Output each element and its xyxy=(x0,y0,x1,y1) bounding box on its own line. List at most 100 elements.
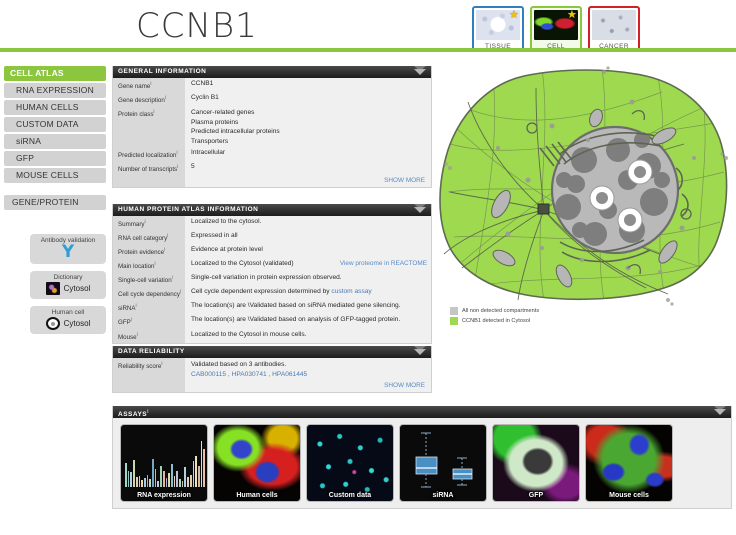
bar xyxy=(165,477,168,487)
human-cell-card[interactable]: Human cell Cytosol xyxy=(30,306,106,334)
bar xyxy=(203,448,206,487)
assay-label: GFP xyxy=(528,492,544,499)
show-more-link[interactable]: SHOW MORE xyxy=(185,175,431,188)
sidebar-item-cell-atlas[interactable]: CELL ATLAS xyxy=(4,66,106,81)
bar xyxy=(179,478,181,487)
table-row: Single-cell variationi Single-cell varia… xyxy=(113,272,431,287)
general-show-more-row: SHOW MORE xyxy=(113,175,431,188)
assays-header[interactable]: ASSAYSi xyxy=(113,406,731,418)
row-value: 5 xyxy=(185,161,431,176)
assay-card-gfp[interactable]: GFP xyxy=(492,424,580,502)
row-label: Number of transcriptsi xyxy=(113,161,185,176)
show-more-link[interactable]: SHOW MORE xyxy=(185,380,431,392)
data-reliability-rows: Reliability scorei Validated based on 3 … xyxy=(113,358,431,392)
table-row: Gene namei CCNB1 xyxy=(113,78,431,93)
row-label: Gene namei xyxy=(113,78,185,93)
legend-swatch-detected xyxy=(450,317,458,325)
bar xyxy=(187,476,189,487)
cell-diagram xyxy=(432,62,734,307)
table-row: Protein classi Cancer-related genes Plas… xyxy=(113,106,431,148)
tab-cell[interactable]: ★ CELL xyxy=(530,6,582,51)
sidebar-item-gene-protein[interactable]: GENE/PROTEIN xyxy=(4,195,106,210)
assay-label: Custom data xyxy=(328,492,372,499)
row-value: Evidence at protein level xyxy=(185,244,431,259)
cell-diagram-legend: All non detected compartments CCNB1 dete… xyxy=(450,307,539,327)
table-row: Mousei Localized to the Cytosol in mouse… xyxy=(113,328,431,343)
bar xyxy=(127,471,130,487)
table-row: Predicted localizationi Intracellular xyxy=(113,147,431,162)
antibody-link[interactable]: HPA061445 xyxy=(272,371,307,378)
bar xyxy=(135,476,138,487)
dictionary-title: Dictionary xyxy=(53,274,83,281)
hpa-information-title: HUMAN PROTEIN ATLAS INFORMATION xyxy=(118,206,259,213)
table-row: siRNAi The location(s) are \Validated ba… xyxy=(113,300,431,315)
antibody-validation-card[interactable]: Antibody validation Y xyxy=(30,234,106,264)
tissue-thumbnail-icon: ★ xyxy=(476,10,520,40)
sidebar-item-custom-data[interactable]: CUSTOM DATA xyxy=(4,117,106,132)
bar xyxy=(197,466,200,487)
assay-card-mouse-cells[interactable]: Mouse cells xyxy=(585,424,673,502)
custom-assay-link[interactable]: custom assay xyxy=(331,288,371,295)
rna-bar-chart-icon xyxy=(125,435,206,487)
bar xyxy=(143,477,146,487)
general-information-header[interactable]: GENERAL INFORMATION xyxy=(113,66,431,78)
bar xyxy=(192,461,195,487)
assay-label: RNA expression xyxy=(137,492,191,499)
general-information-panel: GENERAL INFORMATION Gene namei CCNB1 Gen… xyxy=(112,66,432,189)
row-label: Predicted localizationi xyxy=(113,147,185,162)
assay-card-sirna[interactable]: siRNA xyxy=(399,424,487,502)
tab-cancer[interactable]: CANCER xyxy=(588,6,640,51)
row-label: RNA cell categoryi xyxy=(113,230,185,245)
cell-illustration-icon xyxy=(439,66,728,306)
bar xyxy=(176,471,179,487)
sidebar-item-gfp[interactable]: GFP xyxy=(4,151,106,166)
row-value: Validated based on 3 antibodies. CAB0001… xyxy=(185,358,431,380)
star-icon: ★ xyxy=(567,10,577,21)
bar xyxy=(130,472,133,487)
hpa-information-header[interactable]: HUMAN PROTEIN ATLAS INFORMATION xyxy=(113,204,431,216)
boxplot-icon xyxy=(415,432,473,488)
table-row: Main locationi Localized to the Cytosol … xyxy=(113,258,431,273)
row-label: Main locationi xyxy=(113,258,185,273)
assay-card-custom-data[interactable]: Custom data xyxy=(306,424,394,502)
row-value: Localized to the cytosol. xyxy=(185,216,431,231)
human-cell-value: Cytosol xyxy=(63,319,91,328)
assays-title: ASSAYS xyxy=(118,411,148,419)
tab-tissue[interactable]: ★ TISSUE xyxy=(472,6,524,51)
dictionary-image-icon xyxy=(45,282,60,295)
antibody-link[interactable]: HPA030741 xyxy=(232,371,267,378)
sidebar: CELL ATLAS RNA EXPRESSION HUMAN CELLS CU… xyxy=(4,66,106,341)
table-row: Protein evidencei Evidence at protein le… xyxy=(113,244,431,259)
legend-label: CCNB1 detected in Cytosol xyxy=(462,318,531,324)
legend-item: All non detected compartments xyxy=(450,307,539,315)
antibody-list: CAB000115 , HPA030741 , HPA061445 xyxy=(191,370,308,378)
assay-card-human-cells[interactable]: Human cells xyxy=(213,424,301,502)
bar xyxy=(195,455,197,487)
top-tab-bar: ★ TISSUE ★ CELL CANCER xyxy=(472,6,640,51)
legend-item: CCNB1 detected in Cytosol xyxy=(450,317,539,325)
bar xyxy=(138,475,141,487)
row-label: GFPi xyxy=(113,314,185,329)
row-value: Localized to the Cytosol in mouse cells. xyxy=(185,328,431,343)
row-label: Protein evidencei xyxy=(113,244,185,259)
cell-atlas-page: CCNB1 ★ TISSUE ★ CELL CANCER CELL ATLAS … xyxy=(0,0,736,535)
bar xyxy=(149,478,152,487)
dictionary-card[interactable]: Dictionary Cytosol xyxy=(30,271,106,299)
bar xyxy=(154,469,157,487)
hpa-information-rows: Summaryi Localized to the cytosol. RNA c… xyxy=(113,216,431,343)
antibody-link[interactable]: CAB000115 xyxy=(191,371,226,378)
reactome-link[interactable]: View proteome in REACTOME xyxy=(340,260,427,269)
sidebar-item-human-cells[interactable]: HUMAN CELLS xyxy=(4,100,106,115)
centrosome xyxy=(537,203,550,215)
sidebar-item-rna-expression[interactable]: RNA EXPRESSION xyxy=(4,83,106,98)
sidebar-item-mouse-cells[interactable]: MOUSE CELLS xyxy=(4,168,106,183)
data-reliability-header[interactable]: DATA RELIABILITY xyxy=(113,346,431,358)
assay-card-rna-expression[interactable]: RNA expression xyxy=(120,424,208,502)
chevron-collapse-icon[interactable] xyxy=(703,406,729,419)
table-row: Gene descriptioni Cyclin B1 xyxy=(113,92,431,107)
protein-class-item: Predicted intracellular proteins xyxy=(191,128,280,136)
sidebar-item-sirna[interactable]: siRNA xyxy=(4,134,106,149)
protein-class-item: Plasma proteins xyxy=(191,118,239,126)
bar xyxy=(133,459,135,487)
